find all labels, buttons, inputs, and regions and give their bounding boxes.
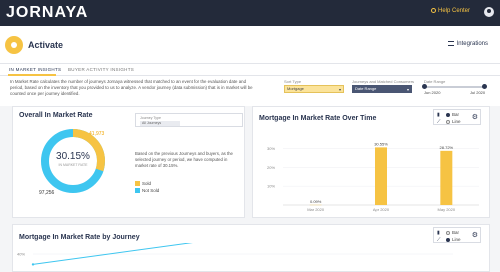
- line-chart-icon: ⟋: [437, 119, 441, 125]
- bar-radio[interactable]: [446, 113, 450, 117]
- donut-caption: IN MARKET RATE: [58, 163, 88, 167]
- journeys-filter-value: Date Range: [355, 86, 377, 91]
- page-title: Activate: [28, 40, 64, 50]
- top-bar: JORNAYA Help Center: [0, 0, 500, 26]
- journeys-filter-select[interactable]: Date Range ▾: [352, 85, 412, 93]
- bar-option[interactable]: Bar: [446, 112, 459, 117]
- date-slider-start-handle[interactable]: [422, 84, 427, 89]
- journey-type-value: All Journeys: [140, 121, 180, 126]
- legend-item-sold: Sold: [135, 181, 159, 188]
- in-market-description: In Market Rate calculates the number of …: [10, 79, 253, 96]
- journey-chart-view-toggle[interactable]: ▮ ⟋ Bar Line ⚙: [433, 227, 481, 243]
- page-header: Activate Integrations: [0, 26, 500, 64]
- date-range-start: Jun 2020: [424, 90, 441, 95]
- bar-chart-icon: ▮: [437, 230, 440, 236]
- bar-data-label: 30.55%: [374, 141, 388, 146]
- filter-band: In Market Rate calculates the number of …: [0, 76, 500, 106]
- sold-count: 41,973: [89, 131, 105, 137]
- sort-type-select[interactable]: Mortgage ▾: [284, 85, 344, 93]
- y-tick-label: 10%: [267, 184, 275, 189]
- help-center-label: Help Center: [437, 8, 470, 14]
- by-journey-line-chart: 40%: [17, 243, 453, 266]
- tab-in-market-insights[interactable]: IN MARKET INSIGHTS: [9, 67, 61, 72]
- mortgage-over-time-card: Mortgage In Market Rate Over Time ▮ ⟋ Ba…: [252, 106, 490, 218]
- activate-icon: [5, 36, 23, 54]
- legend-label-not-sold: Not Sold: [142, 188, 160, 193]
- date-slider-end-handle[interactable]: [482, 84, 487, 89]
- legend-swatch-not-sold: [135, 188, 140, 193]
- line-radio[interactable]: [446, 238, 450, 242]
- not-sold-count: 97,256: [39, 190, 55, 196]
- x-tick-label: Mar 2020: [307, 207, 325, 212]
- tab-buyer-activity-insights[interactable]: BUYER ACTIVITY INSIGHTS: [68, 67, 134, 72]
- bar-option[interactable]: Bar: [446, 230, 459, 235]
- bar: [375, 147, 387, 205]
- bar-option-label: Bar: [452, 230, 460, 235]
- chart-view-toggle[interactable]: ▮ ⟋ Bar Line ⚙: [433, 109, 481, 125]
- jornaya-logo[interactable]: JORNAYA: [6, 4, 88, 22]
- bar-chart-icon: ▮: [437, 112, 440, 118]
- sort-type-value: Mortgage: [287, 86, 304, 91]
- chevron-down-icon: ▾: [338, 87, 341, 92]
- line-option-label: Line: [452, 237, 461, 242]
- date-range-slider[interactable]: [424, 86, 484, 88]
- bar: [440, 150, 453, 205]
- x-tick-label: May 2020: [438, 207, 456, 212]
- journey-type-filter[interactable]: Journey Type All Journeys: [135, 113, 243, 127]
- integrations-icon: [447, 41, 454, 46]
- line-option-label: Line: [452, 119, 461, 124]
- line-radio[interactable]: [446, 120, 450, 124]
- journey-type-label: Journey Type: [140, 116, 161, 120]
- in-market-info-text: Based on the previous Journeys and buyer…: [135, 151, 233, 168]
- y-tick-label: 20%: [267, 165, 275, 170]
- help-center-link[interactable]: Help Center: [430, 8, 470, 14]
- legend-label-sold: Sold: [142, 181, 152, 186]
- over-time-bar-chart: 30% 20% 10% 0.09% Mar 2020 30.55% Apr 2020 28.7…: [267, 141, 479, 212]
- in-market-percent: 30.15%: [56, 151, 90, 162]
- by-journey-card-title: Mortgage In Market Rate by Journey: [19, 234, 140, 241]
- bar-radio[interactable]: [446, 231, 450, 235]
- user-account-icon[interactable]: [484, 7, 494, 17]
- date-range-end: Jul 2020: [470, 90, 486, 95]
- legend-item-not-sold: Not Sold: [135, 188, 159, 195]
- overall-card-title: Overall In Market Rate: [19, 112, 93, 119]
- chevron-down-icon: ▾: [406, 87, 409, 92]
- y-tick-label: 40%: [17, 252, 25, 257]
- gear-icon[interactable]: ⚙: [472, 113, 478, 121]
- series-line: [32, 243, 193, 265]
- legend-swatch-sold: [135, 181, 140, 186]
- insights-tabs: IN MARKET INSIGHTS BUYER ACTIVITY INSIGH…: [0, 64, 500, 76]
- gear-icon[interactable]: ⚙: [472, 231, 478, 239]
- line-option[interactable]: Line: [446, 119, 461, 124]
- help-icon: [430, 8, 436, 13]
- bar-data-label: 0.09%: [310, 199, 322, 204]
- sort-type-label: Sort Type: [284, 79, 302, 84]
- x-tick-label: Apr 2020: [373, 207, 390, 212]
- donut-legend: Sold Not Sold: [135, 181, 159, 195]
- bar-data-label: 28.72%: [440, 145, 454, 150]
- series-point: [31, 263, 35, 266]
- mortgage-by-journey-card: Mortgage In Market Rate by Journey ▮ ⟋ B…: [12, 224, 490, 272]
- integrations-link[interactable]: Integrations: [447, 41, 488, 47]
- over-time-card-title: Mortgage In Market Rate Over Time: [259, 115, 377, 122]
- integrations-label: Integrations: [456, 41, 488, 47]
- journeys-filter-label: Journeys and Matched Consumers: [352, 79, 415, 84]
- bar-option-label: Bar: [452, 112, 460, 117]
- y-tick-label: 30%: [267, 146, 275, 151]
- line-option[interactable]: Line: [446, 237, 461, 242]
- overall-in-market-card: Overall In Market Rate 30.15% IN MARKET …: [12, 106, 245, 218]
- date-range-label: Date Range: [424, 79, 446, 84]
